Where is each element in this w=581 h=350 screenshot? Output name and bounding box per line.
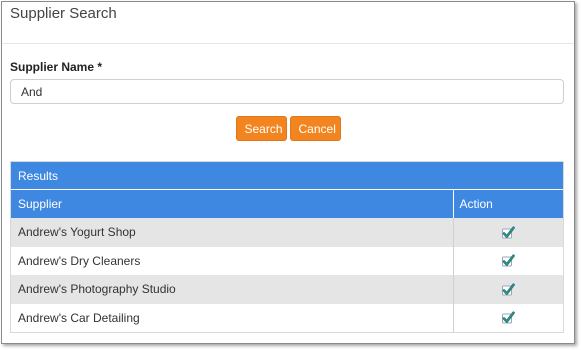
results-body: Andrew's Yogurt Shop Andrew's Dry Cleaner… <box>11 218 563 332</box>
column-header-supplier: Supplier <box>11 190 453 218</box>
checkmark-icon[interactable] <box>501 283 516 297</box>
checkmark-icon[interactable] <box>501 311 516 325</box>
supplier-name-cell: Andrew's Dry Cleaners <box>11 246 453 275</box>
search-form: Supplier Name * Search Cancel <box>2 44 574 141</box>
cancel-button[interactable]: Cancel <box>289 116 341 141</box>
dialog-title: Supplier Search <box>10 5 117 22</box>
table-row[interactable]: Andrew's Photography Studio <box>11 275 563 304</box>
supplier-name-cell: Andrew's Photography Studio <box>11 275 453 304</box>
table-row[interactable]: Andrew's Dry Cleaners <box>11 246 563 275</box>
action-cell <box>452 218 563 247</box>
search-button[interactable]: Search <box>235 116 287 141</box>
results-heading: Results <box>11 162 563 190</box>
action-cell <box>452 246 563 275</box>
supplier-name-input[interactable] <box>10 79 564 104</box>
checkmark-icon[interactable] <box>501 254 516 268</box>
dialog-header: Supplier Search <box>2 2 574 44</box>
column-header-action: Action <box>452 190 563 218</box>
supplier-name-cell: Andrew's Car Detailing <box>11 303 453 332</box>
results-header-row: Supplier Action <box>11 190 563 218</box>
table-row[interactable]: Andrew's Car Detailing <box>11 303 563 332</box>
supplier-name-label: Supplier Name * <box>10 60 103 74</box>
supplier-name-cell: Andrew's Yogurt Shop <box>11 218 453 247</box>
action-cell <box>452 275 563 304</box>
supplier-search-dialog: Supplier Search Supplier Name * Search C… <box>1 1 575 344</box>
results-panel: Results Supplier Action Andrew's Yogurt … <box>10 161 564 333</box>
table-row[interactable]: Andrew's Yogurt Shop <box>11 218 563 247</box>
checkmark-icon[interactable] <box>501 226 516 240</box>
action-cell <box>452 303 563 332</box>
button-row: Search Cancel <box>10 116 574 141</box>
results-table: Supplier Action Andrew's Yogurt Shop Andr… <box>11 190 563 332</box>
